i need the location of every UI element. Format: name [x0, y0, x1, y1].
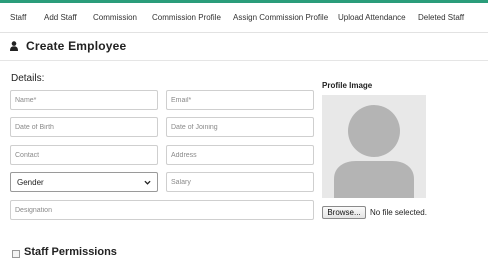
date-of-birth-input[interactable]	[10, 117, 158, 137]
page-header: Create Employee	[0, 33, 488, 61]
profile-image-label: Profile Image	[322, 81, 373, 90]
staff-permissions-checkbox[interactable]	[12, 250, 20, 258]
date-of-joining-input[interactable]	[166, 117, 314, 137]
address-input[interactable]	[166, 145, 314, 165]
details-section-label: Details:	[11, 73, 45, 84]
file-status-text: No file selected.	[370, 208, 427, 217]
browse-button[interactable]: Browse...	[322, 206, 366, 219]
nav-item-upload-attendance[interactable]: Upload Attendance	[338, 13, 406, 22]
gender-select-value: Gender	[17, 178, 44, 187]
user-icon	[10, 41, 18, 51]
avatar-silhouette-icon	[334, 105, 414, 198]
nav-item-deleted-staff[interactable]: Deleted Staff	[418, 13, 464, 22]
name-input[interactable]	[10, 90, 158, 110]
email-input[interactable]	[166, 90, 314, 110]
staff-permissions-label: Staff Permissions	[24, 246, 117, 258]
nav-item-assign-commission-profile[interactable]: Assign Commission Profile	[233, 13, 328, 22]
designation-input[interactable]	[10, 200, 314, 220]
top-nav: Staff Add Staff Commission Commission Pr…	[0, 3, 488, 33]
page-title: Create Employee	[26, 39, 127, 53]
contact-input[interactable]	[10, 145, 158, 165]
nav-item-commission-profile[interactable]: Commission Profile	[152, 13, 221, 22]
nav-item-commission[interactable]: Commission	[93, 13, 137, 22]
salary-input[interactable]	[166, 172, 314, 192]
chevron-down-icon	[144, 180, 151, 185]
gender-select[interactable]: Gender	[10, 172, 158, 192]
nav-item-add-staff[interactable]: Add Staff	[44, 13, 77, 22]
avatar-placeholder	[322, 95, 426, 198]
nav-item-staff[interactable]: Staff	[10, 13, 26, 22]
